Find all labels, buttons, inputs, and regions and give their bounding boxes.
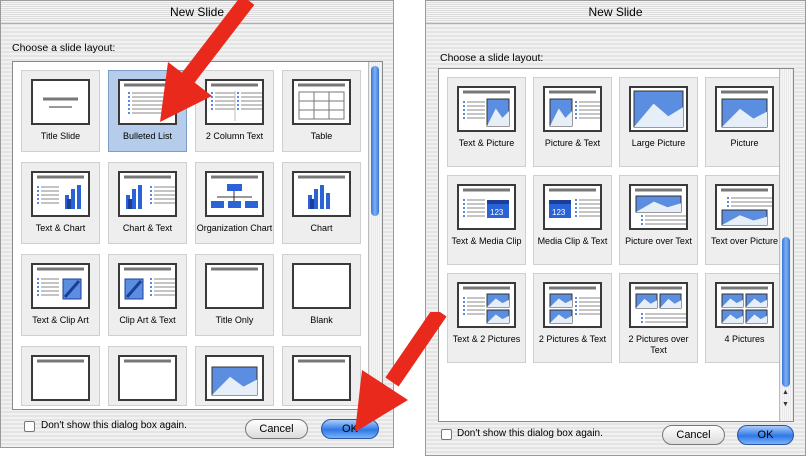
layout-label: Organization Chart bbox=[196, 223, 273, 233]
layout-label: Text & 2 Pictures bbox=[452, 334, 521, 344]
layout-label: Picture bbox=[730, 138, 759, 148]
layout-option-text-clipart[interactable]: Text & Clip Art bbox=[21, 254, 100, 336]
layout-label: 2 Pictures & Text bbox=[538, 334, 607, 344]
svg-text:123: 123 bbox=[490, 208, 504, 217]
layout-label: Chart bbox=[310, 223, 333, 233]
layout-label: Text & Picture bbox=[458, 138, 515, 148]
text-media-layout-icon: 123 bbox=[457, 184, 516, 230]
4-pictures-layout-icon bbox=[715, 282, 774, 328]
text-clipart-layout-icon bbox=[31, 263, 90, 309]
title-slide-layout-icon bbox=[31, 79, 90, 125]
text-over-picture-layout-icon bbox=[715, 184, 774, 230]
scrollbar-thumb[interactable] bbox=[371, 66, 379, 216]
layout-option-picture-text[interactable]: Picture & Text bbox=[533, 77, 612, 167]
layout-label: 4 Pictures bbox=[724, 334, 765, 344]
layout-option-2-pictures-text[interactable]: 2 Pictures & Text bbox=[533, 273, 612, 363]
svg-text:123: 123 bbox=[552, 208, 566, 217]
layout-option-4-pictures[interactable]: 4 Pictures bbox=[705, 273, 784, 363]
layout-option-partial-3[interactable] bbox=[195, 346, 274, 406]
text-picture-layout-icon bbox=[457, 86, 516, 132]
layout-label: 2 Pictures over Text bbox=[628, 334, 689, 355]
chart-layout-icon bbox=[292, 171, 351, 217]
partial-layout-icon bbox=[205, 355, 264, 401]
ok-button[interactable]: OK bbox=[737, 425, 794, 445]
partial-layout-icon bbox=[31, 355, 90, 401]
layout-label: Title Slide bbox=[40, 131, 81, 141]
layout-label: Blank bbox=[310, 315, 333, 325]
annotation-arrow-top-icon bbox=[160, 0, 255, 122]
layout-option-2-pictures-over-text[interactable]: 2 Pictures over Text bbox=[619, 273, 698, 363]
annotation-arrow-bottom-icon bbox=[355, 312, 447, 432]
scroll-down-arrow-icon[interactable]: ▼ bbox=[782, 401, 789, 408]
layout-option-text-2-pictures[interactable]: Text & 2 Pictures bbox=[447, 273, 526, 363]
media-text-layout-icon: 123 bbox=[543, 184, 602, 230]
gallery-scrollbar[interactable]: ▲ ▼ bbox=[779, 69, 793, 421]
layout-label: Picture over Text bbox=[625, 236, 692, 246]
dont-show-label: Don't show this dialog box again. bbox=[457, 428, 603, 439]
layout-label: Text & Media Clip bbox=[451, 236, 522, 246]
layout-label: Table bbox=[310, 131, 333, 141]
layout-label: Text & Chart bbox=[35, 223, 86, 233]
picture-layout-icon bbox=[715, 86, 774, 132]
partial-layout-icon bbox=[292, 355, 351, 401]
layout-label: Chart & Text bbox=[122, 223, 173, 233]
picture-text-layout-icon bbox=[543, 86, 602, 132]
scroll-up-arrow-icon[interactable]: ▲ bbox=[782, 389, 789, 396]
layout-option-text-over-picture[interactable]: Text over Picture bbox=[705, 175, 784, 265]
layout-label: Text over Picture bbox=[710, 236, 779, 246]
layout-option-chart[interactable]: Chart bbox=[282, 162, 361, 244]
2-pictures-over-text-layout-icon bbox=[629, 282, 688, 328]
cancel-button[interactable]: Cancel bbox=[245, 419, 308, 439]
new-slide-dialog-right: New Slide Choose a slide layout: Text & … bbox=[425, 0, 806, 456]
table-layout-icon bbox=[292, 79, 351, 125]
large-picture-layout-icon bbox=[629, 86, 688, 132]
choose-layout-label: Choose a slide layout: bbox=[440, 52, 544, 64]
layout-option-media-text[interactable]: 123 Media Clip & Text bbox=[533, 175, 612, 265]
layout-label: Large Picture bbox=[631, 138, 686, 148]
layout-option-table[interactable]: Table bbox=[282, 70, 361, 152]
layout-option-text-picture[interactable]: Text & Picture bbox=[447, 77, 526, 167]
layout-label: Text & Clip Art bbox=[32, 315, 89, 325]
text-chart-layout-icon bbox=[31, 171, 90, 217]
title-only-layout-icon bbox=[205, 263, 264, 309]
partial-layout-icon bbox=[118, 355, 177, 401]
clipart-text-layout-icon bbox=[118, 263, 177, 309]
scrollbar-thumb[interactable] bbox=[782, 237, 790, 387]
layout-option-chart-text[interactable]: Chart & Text bbox=[108, 162, 187, 244]
layout-label: Picture & Text bbox=[544, 138, 601, 148]
dialog-title: New Slide bbox=[426, 1, 805, 24]
layout-label: Title Only bbox=[215, 315, 254, 325]
layout-option-title-slide[interactable]: Title Slide bbox=[21, 70, 100, 152]
org-chart-layout-icon bbox=[205, 171, 264, 217]
2-pictures-text-layout-icon bbox=[543, 282, 602, 328]
layout-label: Media Clip & Text bbox=[537, 236, 608, 246]
layout-option-clipart-text[interactable]: Clip Art & Text bbox=[108, 254, 187, 336]
picture-over-text-layout-icon bbox=[629, 184, 688, 230]
layout-option-large-picture[interactable]: Large Picture bbox=[619, 77, 698, 167]
layout-gallery: Text & Picture Picture & Text Large Pictur… bbox=[438, 68, 794, 422]
layout-label: Clip Art & Text bbox=[119, 315, 176, 325]
text-2-pictures-layout-icon bbox=[457, 282, 516, 328]
layout-option-text-chart[interactable]: Text & Chart bbox=[21, 162, 100, 244]
chart-text-layout-icon bbox=[118, 171, 177, 217]
layout-option-picture-over-text[interactable]: Picture over Text bbox=[619, 175, 698, 265]
layout-option-title-only[interactable]: Title Only bbox=[195, 254, 274, 336]
layout-option-org-chart[interactable]: Organization Chart bbox=[195, 162, 274, 244]
dont-show-label: Don't show this dialog box again. bbox=[41, 420, 187, 431]
layout-option-partial-1[interactable] bbox=[21, 346, 100, 406]
cancel-button[interactable]: Cancel bbox=[662, 425, 725, 445]
layout-option-picture[interactable]: Picture bbox=[705, 77, 784, 167]
choose-layout-label: Choose a slide layout: bbox=[12, 42, 116, 54]
layout-option-text-media[interactable]: 123 Text & Media Clip bbox=[447, 175, 526, 265]
layout-option-partial-2[interactable] bbox=[108, 346, 187, 406]
dont-show-checkbox[interactable] bbox=[24, 421, 35, 432]
blank-layout-icon bbox=[292, 263, 351, 309]
